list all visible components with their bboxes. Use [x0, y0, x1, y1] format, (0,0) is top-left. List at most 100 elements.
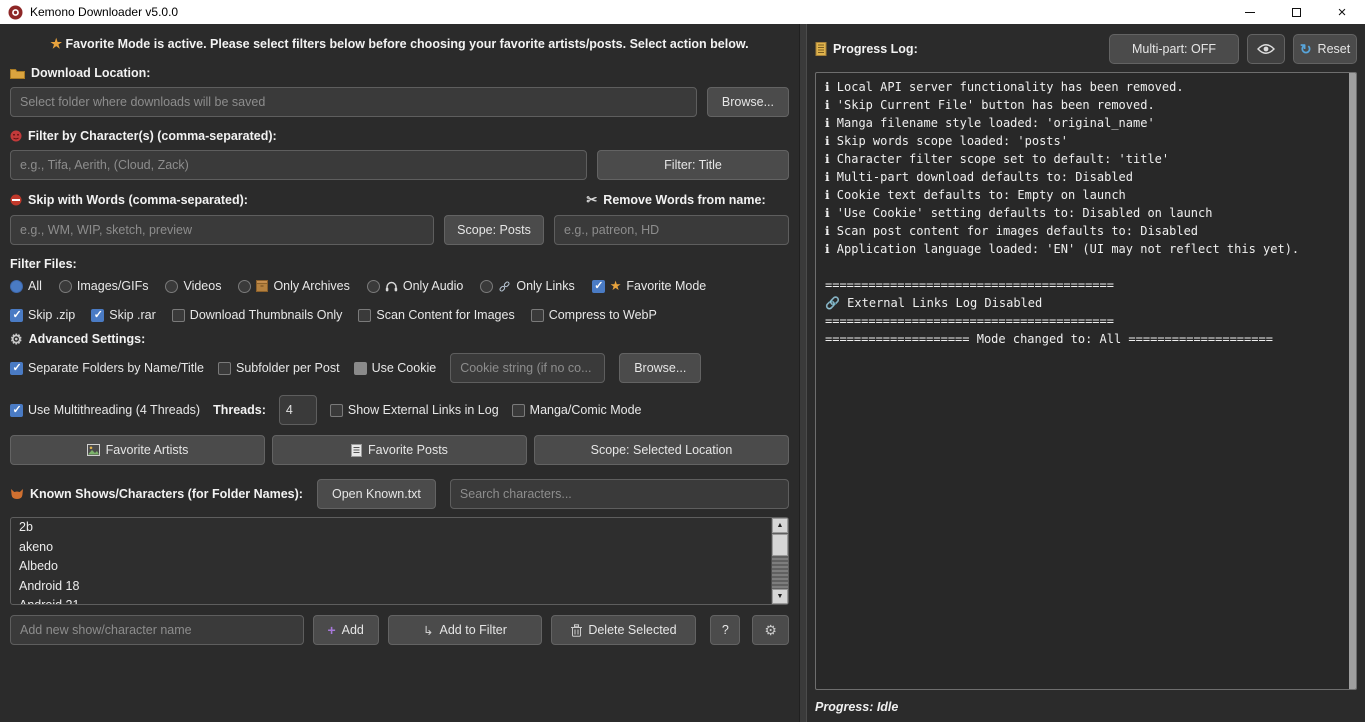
minimize-button[interactable]: [1227, 0, 1273, 24]
favorite-mode-banner-text: Favorite Mode is active. Please select f…: [66, 37, 749, 51]
log-line: [825, 258, 1347, 276]
character-list-item[interactable]: Android 18: [11, 577, 788, 597]
trash-icon: [571, 624, 582, 637]
character-list-item[interactable]: Android 21: [11, 596, 788, 605]
radio-videos[interactable]: Videos: [165, 279, 221, 293]
add-to-filter-icon: ↳: [423, 623, 433, 638]
radio-icon: [367, 280, 380, 293]
character-filter-scope-button[interactable]: Filter: Title: [597, 150, 789, 180]
manga-mode-checkbox[interactable]: Manga/Comic Mode: [512, 403, 642, 417]
list-scrollbar[interactable]: ▲ ▼: [771, 518, 788, 604]
favorite-posts-button[interactable]: Favorite Posts: [272, 435, 527, 465]
radio-icon: [10, 280, 23, 293]
log-line: 🔗 External Links Log Disabled: [825, 294, 1347, 312]
scissors-icon: ✂: [586, 192, 597, 208]
favorite-mode-checkbox[interactable]: ★ Favorite Mode: [592, 278, 707, 294]
reset-button[interactable]: ↻ Reset: [1293, 34, 1357, 64]
multithreading-checkbox[interactable]: Use Multithreading (4 Threads): [10, 403, 200, 417]
radio-icon: [165, 280, 178, 293]
known-shows-label: Known Shows/Characters (for Folder Names…: [10, 487, 303, 501]
cookie-string-input[interactable]: [450, 353, 605, 383]
separate-folders-checkbox[interactable]: Separate Folders by Name/Title: [10, 361, 204, 375]
log-line: ℹ 'Skip Current File' button has been re…: [825, 96, 1347, 114]
log-line: ℹ 'Use Cookie' setting defaults to: Disa…: [825, 204, 1347, 222]
download-location-input[interactable]: [10, 87, 697, 117]
use-cookie-checkbox[interactable]: Use Cookie: [354, 361, 437, 375]
progress-log-label: Progress Log:: [815, 42, 918, 56]
radio-images-gifs[interactable]: Images/GIFs: [59, 279, 149, 293]
radio-icon: [59, 280, 72, 293]
download-thumbnails-checkbox[interactable]: Download Thumbnails Only: [172, 308, 343, 322]
compress-webp-checkbox[interactable]: Compress to WebP: [531, 308, 657, 322]
radio-only-audio[interactable]: Only Audio: [367, 279, 463, 293]
character-list-item[interactable]: 2b: [11, 518, 788, 538]
add-character-button[interactable]: + Add: [313, 615, 379, 645]
character-list-item[interactable]: Albedo: [11, 557, 788, 577]
checkbox-icon: [91, 309, 104, 322]
checkbox-icon: [531, 309, 544, 322]
add-to-filter-button[interactable]: ↳ Add to Filter: [388, 615, 543, 645]
checkbox-icon: [592, 280, 605, 293]
add-character-input[interactable]: [10, 615, 304, 645]
log-line: ℹ Multi-part download defaults to: Disab…: [825, 168, 1347, 186]
skip-words-scope-button[interactable]: Scope: Posts: [444, 215, 544, 245]
checkbox-icon: [354, 362, 367, 375]
log-line: ========================================: [825, 312, 1347, 330]
star-icon: ★: [610, 278, 622, 294]
scope-selected-location-button[interactable]: Scope: Selected Location: [534, 435, 789, 465]
open-known-txt-button[interactable]: Open Known.txt: [317, 479, 436, 509]
radio-all[interactable]: All: [10, 279, 42, 293]
titlebar: Kemono Downloader v5.0.0 ×: [0, 0, 1365, 24]
log-line: ℹ Manga filename style loaded: 'original…: [825, 114, 1347, 132]
scroll-down-icon: ▼: [777, 593, 784, 600]
radio-only-links[interactable]: Only Links: [480, 279, 574, 293]
checkbox-icon: [10, 362, 23, 375]
document-icon: [351, 444, 362, 457]
reset-icon: ↻: [1300, 41, 1312, 58]
progress-log: ℹ Local API server functionality has bee…: [815, 72, 1357, 690]
eye-toggle-button[interactable]: [1247, 34, 1285, 64]
checkbox-icon: [358, 309, 371, 322]
radio-icon: [238, 280, 251, 293]
show-external-links-checkbox[interactable]: Show External Links in Log: [330, 403, 499, 417]
subfolder-per-post-checkbox[interactable]: Subfolder per Post: [218, 361, 340, 375]
panel-splitter[interactable]: [799, 24, 807, 722]
scroll-down-button[interactable]: ▼: [772, 589, 788, 604]
checkbox-icon: [10, 309, 23, 322]
log-line: ℹ Application language loaded: 'EN' (UI …: [825, 240, 1347, 258]
browse-cookie-button[interactable]: Browse...: [619, 353, 701, 383]
maximize-icon: [1292, 8, 1301, 17]
skip-rar-checkbox[interactable]: Skip .rar: [91, 308, 156, 322]
character-list[interactable]: ▲ ▼ 2b akeno Albedo Android 18 Android 2…: [10, 517, 789, 605]
scroll-up-button[interactable]: ▲: [772, 518, 788, 533]
progress-status: Progress: Idle: [815, 700, 1357, 714]
headphones-icon: [385, 280, 398, 292]
eye-icon: [1257, 43, 1275, 55]
gear-icon: ⚙: [10, 332, 23, 346]
browse-download-button[interactable]: Browse...: [707, 87, 789, 117]
skip-words-input[interactable]: [10, 215, 434, 245]
maximize-button[interactable]: [1273, 0, 1319, 24]
multipart-toggle-button[interactable]: Multi-part: OFF: [1109, 34, 1239, 64]
delete-selected-button[interactable]: Delete Selected: [551, 615, 696, 645]
skip-zip-checkbox[interactable]: Skip .zip: [10, 308, 75, 322]
plus-icon: +: [327, 622, 335, 638]
gear-icon: ⚙: [764, 623, 777, 637]
character-list-item[interactable]: akeno: [11, 538, 788, 558]
scan-content-checkbox[interactable]: Scan Content for Images: [358, 308, 514, 322]
settings-button[interactable]: ⚙: [752, 615, 789, 645]
log-scrollbar[interactable]: [1349, 73, 1356, 689]
threads-input[interactable]: [279, 395, 317, 425]
search-characters-input[interactable]: [450, 479, 789, 509]
notebook-icon: [815, 42, 827, 56]
close-button[interactable]: ×: [1319, 0, 1365, 24]
favorite-artists-button[interactable]: Favorite Artists: [10, 435, 265, 465]
link-icon: [498, 280, 511, 293]
radio-only-archives[interactable]: Only Archives: [238, 279, 349, 293]
help-button[interactable]: ?: [710, 615, 740, 645]
no-entry-icon: [10, 194, 22, 206]
log-line: ℹ Scan post content for images defaults …: [825, 222, 1347, 240]
character-filter-input[interactable]: [10, 150, 587, 180]
remove-words-input[interactable]: [554, 215, 789, 245]
scrollbar-thumb[interactable]: [772, 534, 788, 556]
